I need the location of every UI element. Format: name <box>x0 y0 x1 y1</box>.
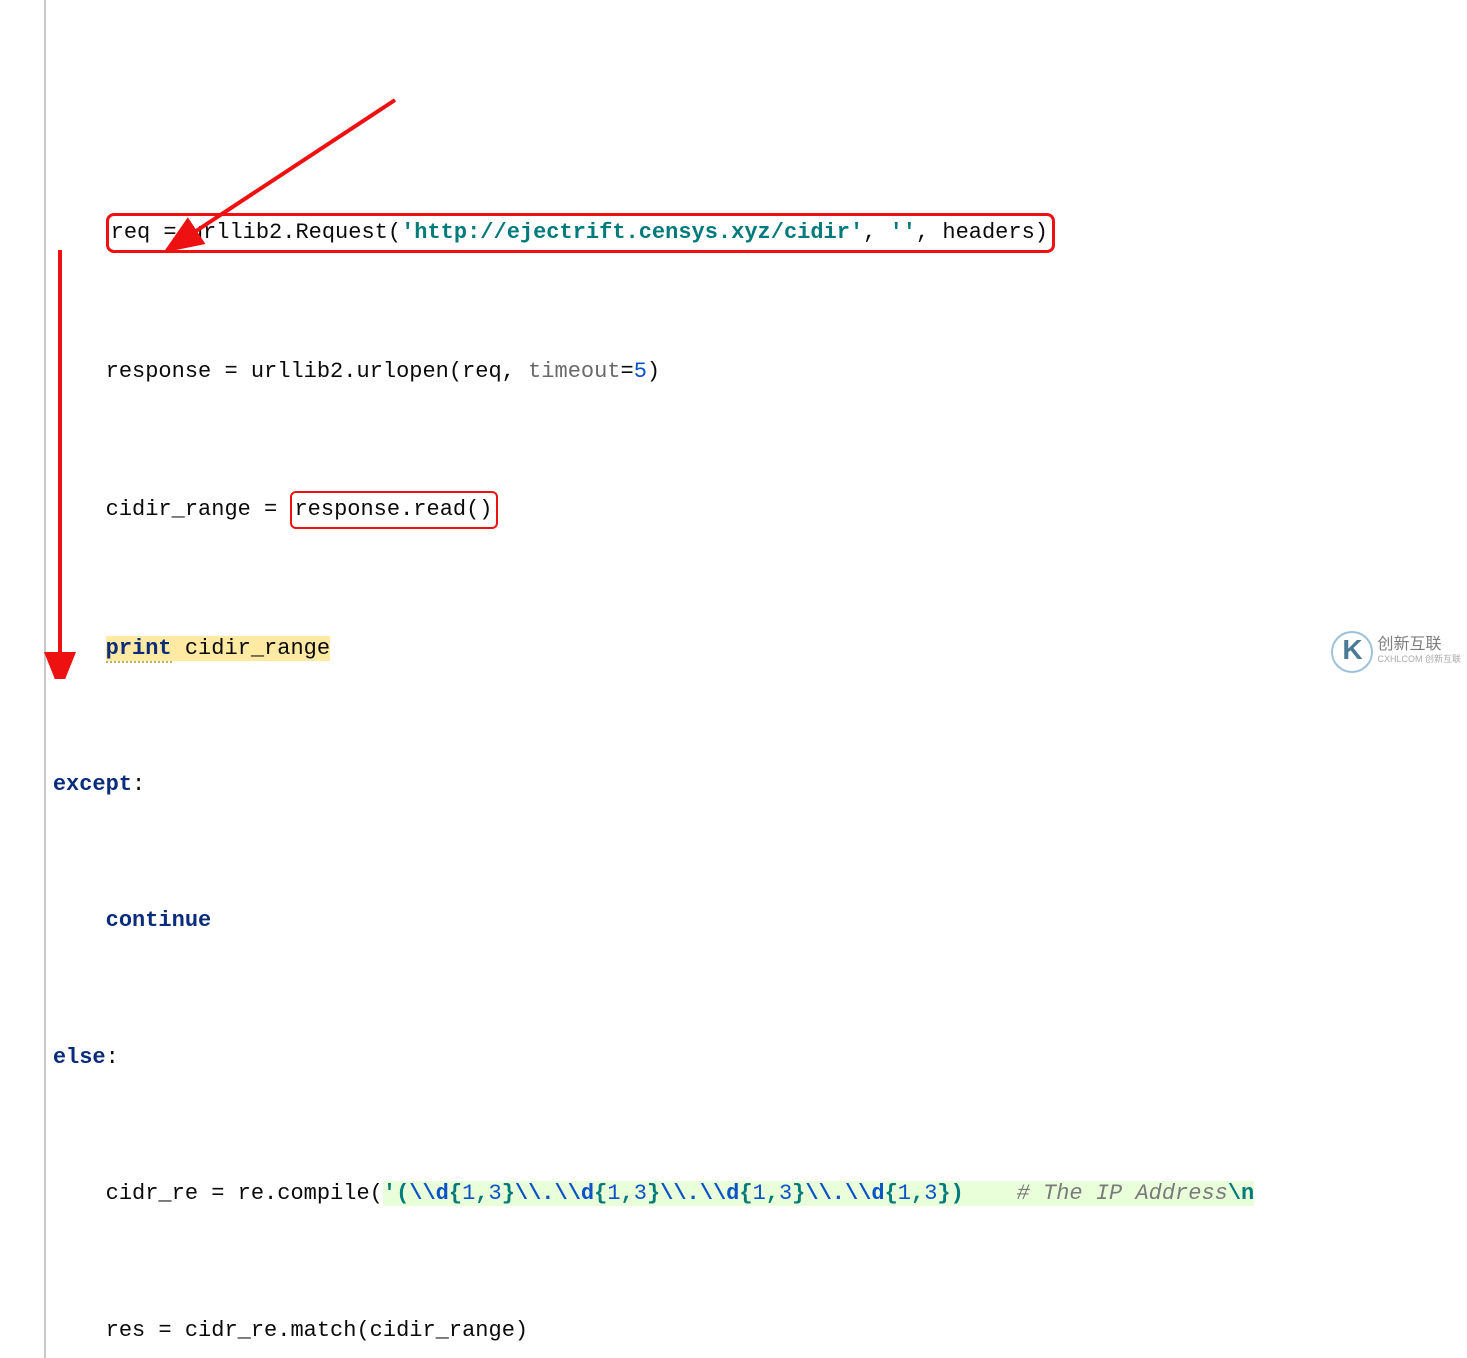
code-line: cidir_range = response.read() <box>0 491 1467 529</box>
code-line: continue <box>0 904 1467 938</box>
code-line: res = cidr_re.match(cidir_range) <box>0 1314 1467 1348</box>
watermark-logo-icon: K <box>1331 631 1373 673</box>
code-line: req = urllib2.Request('http://ejectrift.… <box>0 213 1467 253</box>
code-block: req = urllib2.Request('http://ejectrift.… <box>0 0 1467 1358</box>
code-line: else: <box>0 1041 1467 1075</box>
highlight-box-1: req = urllib2.Request('http://ejectrift.… <box>106 213 1055 253</box>
code-line: cidr_re = re.compile('(\\d{1,3}\\.\\d{1,… <box>0 1177 1467 1211</box>
watermark: K 创新互联 CXHLCOM 创新互联 <box>1331 631 1461 673</box>
highlight-box-2: response.read() <box>290 491 497 529</box>
indent-guide <box>44 0 46 1358</box>
code-line: print cidir_range <box>0 632 1467 666</box>
code-line: response = urllib2.urlopen(req, timeout=… <box>0 355 1467 389</box>
watermark-brand: 创新互联 <box>1377 637 1461 653</box>
watermark-sub: CXHLCOM 创新互联 <box>1377 653 1461 667</box>
annotation-arrows <box>0 0 1467 679</box>
code-line: except: <box>0 768 1467 802</box>
